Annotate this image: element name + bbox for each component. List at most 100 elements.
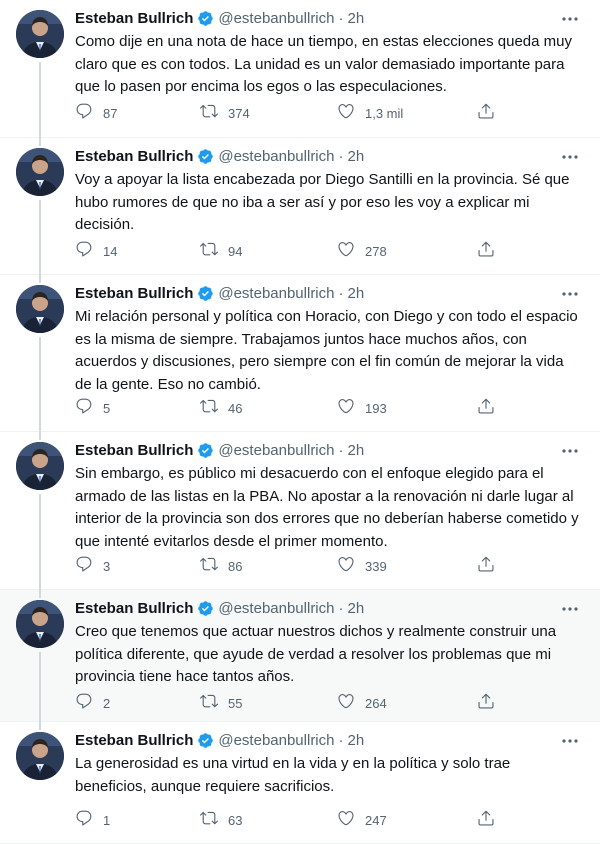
like-button[interactable]: 278 (337, 241, 387, 261)
thread-connector-top (39, 722, 41, 730)
tweet-timestamp[interactable]: 2h (348, 10, 365, 27)
tweet-text: Creo que tenemos que actuar nuestros dic… (75, 623, 557, 685)
thread-connector-top (39, 138, 41, 146)
avatar[interactable] (16, 600, 64, 648)
more-options-icon[interactable] (560, 12, 580, 26)
display-name[interactable]: Esteban Bullrich (75, 600, 193, 617)
tweet-header: Esteban Bullrich @estebanbullrich · 2h (75, 8, 560, 28)
more-options-icon[interactable] (560, 602, 580, 616)
reply-button[interactable]: 87 (75, 103, 117, 123)
reply-button[interactable]: 14 (75, 241, 117, 261)
more-options-icon[interactable] (560, 150, 580, 164)
reply-count: 2 (103, 695, 111, 711)
avatar[interactable] (16, 732, 64, 780)
retweet-button[interactable]: 86 (200, 556, 242, 576)
tweet-timestamp[interactable]: 2h (348, 148, 365, 165)
display-name[interactable]: Esteban Bullrich (75, 285, 193, 302)
tweet[interactable]: Esteban Bullrich @estebanbullrich · 2h Voy a… (0, 138, 600, 275)
separator-dot: · (338, 9, 344, 27)
retweet-button[interactable]: 374 (200, 103, 250, 123)
like-count: 339 (365, 558, 387, 574)
share-button[interactable] (477, 810, 495, 830)
tweet-header: Esteban Bullrich @estebanbullrich · 2h (75, 440, 560, 460)
like-button[interactable]: 193 (337, 398, 387, 418)
display-name[interactable]: Esteban Bullrich (75, 442, 193, 459)
reply-count: 3 (103, 558, 111, 574)
more-options-icon[interactable] (560, 287, 580, 301)
user-handle[interactable]: @estebanbullrich (218, 148, 334, 165)
user-handle[interactable]: @estebanbullrich (218, 10, 334, 27)
display-name[interactable]: Esteban Bullrich (75, 732, 193, 749)
tweet-actions: 14 94 278 (75, 241, 505, 261)
verified-badge-icon (197, 285, 214, 302)
thread-connector-top (39, 432, 41, 440)
tweet[interactable]: Esteban Bullrich @estebanbullrich · 2h Creo … (0, 590, 600, 722)
like-button[interactable]: 339 (337, 556, 387, 576)
tweet-timestamp[interactable]: 2h (348, 285, 365, 302)
tweet-timestamp[interactable]: 2h (348, 600, 365, 617)
retweet-button[interactable]: 46 (200, 398, 242, 418)
share-button[interactable] (477, 241, 495, 261)
retweet-icon (200, 240, 218, 263)
thread-connector-top (39, 590, 41, 598)
tweet[interactable]: Esteban Bullrich @estebanbullrich · 2h Sin e… (0, 432, 600, 590)
tweet[interactable]: Esteban Bullrich @estebanbullrich · 2h La ge… (0, 722, 600, 844)
tweet-text: Voy a apoyar la lista encabezada por Die… (75, 171, 570, 233)
tweet-header: Esteban Bullrich @estebanbullrich · 2h (75, 146, 560, 166)
heart-icon (337, 397, 355, 420)
heart-icon (337, 692, 355, 715)
user-handle[interactable]: @estebanbullrich (218, 285, 334, 302)
thread-connector (39, 200, 41, 275)
share-button[interactable] (477, 556, 495, 576)
display-name[interactable]: Esteban Bullrich (75, 148, 193, 165)
tweet[interactable]: Esteban Bullrich @estebanbullrich · 2h Mi re… (0, 275, 600, 432)
share-icon (477, 397, 495, 420)
avatar[interactable] (16, 148, 64, 196)
avatar[interactable] (16, 10, 64, 58)
like-button[interactable]: 1,3 mil (337, 103, 403, 123)
user-handle[interactable]: @estebanbullrich (218, 732, 334, 749)
user-handle[interactable]: @estebanbullrich (218, 442, 334, 459)
verified-badge-icon (197, 732, 214, 749)
reply-button[interactable]: 2 (75, 693, 110, 713)
tweet-timestamp[interactable]: 2h (348, 732, 365, 749)
reply-icon (75, 397, 93, 420)
avatar[interactable] (16, 285, 64, 333)
like-count: 278 (365, 243, 387, 259)
heart-icon (337, 102, 355, 125)
retweet-button[interactable]: 94 (200, 241, 242, 261)
reply-button[interactable]: 5 (75, 398, 110, 418)
share-button[interactable] (477, 398, 495, 418)
retweet-button[interactable]: 63 (200, 810, 242, 830)
retweet-count: 94 (228, 243, 243, 259)
tweet[interactable]: Esteban Bullrich @estebanbullrich · 2h Como … (0, 0, 600, 138)
more-options-icon[interactable] (560, 444, 580, 458)
retweet-button[interactable]: 55 (200, 693, 242, 713)
retweet-icon (200, 809, 218, 832)
tweet-header: Esteban Bullrich @estebanbullrich · 2h (75, 730, 560, 750)
reply-button[interactable]: 1 (75, 810, 110, 830)
share-button[interactable] (477, 693, 495, 713)
share-icon (477, 692, 495, 715)
reply-icon (75, 240, 93, 263)
like-count: 1,3 mil (365, 105, 404, 121)
retweet-count: 374 (228, 105, 250, 121)
tweet-actions: 2 55 264 (75, 693, 505, 713)
retweet-count: 86 (228, 558, 243, 574)
avatar[interactable] (16, 442, 64, 490)
share-icon (477, 240, 495, 263)
more-options-icon[interactable] (560, 734, 580, 748)
reply-button[interactable]: 3 (75, 556, 110, 576)
tweet-timestamp[interactable]: 2h (348, 442, 365, 459)
tweet-text: La generosidad es una virtud en la vida … (75, 755, 511, 795)
share-button[interactable] (477, 103, 495, 123)
separator-dot: · (338, 731, 344, 749)
like-button[interactable]: 264 (337, 693, 387, 713)
like-count: 264 (365, 695, 387, 711)
display-name[interactable]: Esteban Bullrich (75, 10, 193, 27)
like-button[interactable]: 247 (337, 810, 387, 830)
reply-count: 87 (103, 105, 118, 121)
verified-badge-icon (197, 10, 214, 27)
retweet-count: 55 (228, 695, 243, 711)
user-handle[interactable]: @estebanbullrich (218, 600, 334, 617)
